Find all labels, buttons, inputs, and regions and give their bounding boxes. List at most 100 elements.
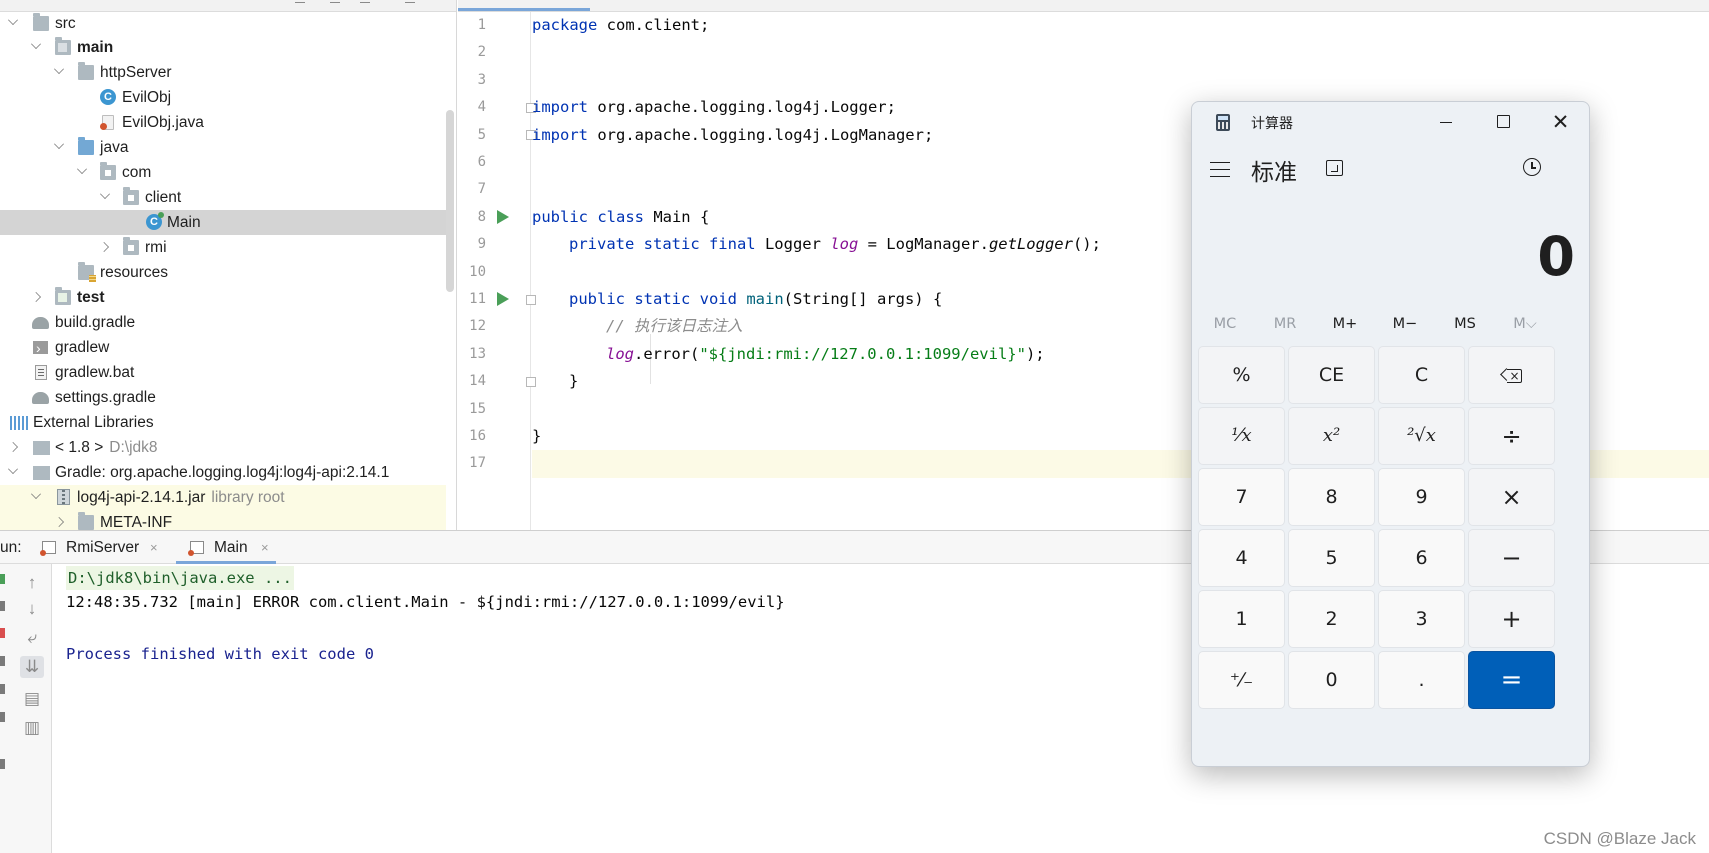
scroll-to-end-icon[interactable]: ⇊ (20, 656, 44, 678)
square-root-button[interactable]: ²√𝑥 (1378, 407, 1465, 465)
tree-scrollbar[interactable] (446, 110, 454, 292)
negate-button[interactable]: ⁺⁄₋ (1198, 651, 1285, 709)
tree-item-src[interactable]: src (0, 11, 446, 36)
tree-item-test[interactable]: test (0, 285, 446, 310)
chevron-down-icon[interactable] (54, 64, 64, 74)
tree-item-label: build.gradle (55, 314, 136, 331)
history-icon[interactable] (1523, 158, 1541, 176)
keep-on-top-icon[interactable] (1326, 160, 1343, 176)
line-number: 1 (477, 17, 486, 33)
trash-icon[interactable]: ▥ (20, 717, 44, 739)
tree-item-build-gradle[interactable]: build.gradle (0, 310, 446, 335)
arrow-up-icon[interactable]: ↑ (20, 572, 44, 594)
digit-4-button[interactable]: 4 (1198, 529, 1285, 587)
tree-item-evilobj-java[interactable]: EvilObj.java (0, 110, 446, 135)
tree-item-label: test (77, 289, 105, 306)
frame-icon[interactable] (0, 684, 5, 694)
chevron-down-icon[interactable] (8, 15, 18, 25)
options-icon[interactable] (360, 2, 370, 8)
chevron-down-icon[interactable] (100, 189, 110, 199)
rerun-icon[interactable] (0, 574, 5, 584)
tree-item-settings-gradle[interactable]: settings.gradle (0, 385, 446, 410)
close-tab-icon[interactable]: × (150, 531, 158, 564)
tree-item-main[interactable]: main (0, 35, 446, 60)
clear-entry-button[interactable]: CE (1288, 346, 1375, 404)
memory-clear-button[interactable]: MC (1195, 306, 1255, 342)
tree-item-jdk[interactable]: < 1.8 > D:\jdk8 (0, 435, 446, 460)
minimize-button[interactable] (1418, 102, 1475, 142)
multiply-button[interactable]: × (1468, 468, 1555, 526)
tab-main[interactable]: Main × (176, 531, 276, 564)
tree-item-rmi[interactable]: rmi (0, 235, 446, 260)
digit-1-button[interactable]: 1 (1198, 590, 1285, 648)
digit-3-button[interactable]: 3 (1378, 590, 1465, 648)
calculator-titlebar[interactable]: 计算器 ✕ (1192, 102, 1589, 142)
run-main-icon[interactable] (497, 292, 509, 306)
chevron-right-icon[interactable] (54, 517, 64, 527)
digit-2-button[interactable]: 2 (1288, 590, 1375, 648)
memory-add-button[interactable]: M+ (1315, 306, 1375, 342)
decimal-point-button[interactable]: . (1378, 651, 1465, 709)
percent-button[interactable]: % (1198, 346, 1285, 404)
tree-item-com[interactable]: com (0, 160, 446, 185)
memory-list-button[interactable]: M⌵ (1495, 306, 1555, 342)
digit-9-button[interactable]: 9 (1378, 468, 1465, 526)
run-class-icon[interactable] (497, 210, 509, 224)
restore-layout-icon[interactable] (0, 656, 5, 666)
chevron-down-icon[interactable] (31, 489, 41, 499)
tree-item-log4j-jar[interactable]: log4j-api-2.14.1.jar library root (0, 485, 446, 510)
plus-button[interactable]: + (1468, 590, 1555, 648)
tree-item-external-libraries[interactable]: External Libraries (0, 410, 446, 435)
chevron-down-icon[interactable] (54, 139, 64, 149)
pin-icon[interactable] (0, 759, 5, 769)
tree-item-java[interactable]: java (0, 135, 446, 160)
tree-item-gradle-log4j[interactable]: Gradle: org.apache.logging.log4j:log4j-a… (0, 460, 446, 485)
digit-6-button[interactable]: 6 (1378, 529, 1465, 587)
edit-config-icon[interactable] (0, 601, 5, 611)
soft-wrap-icon[interactable]: ⤶ (20, 627, 44, 649)
tree-item-main-class[interactable]: C Main (0, 210, 446, 235)
tree-item-resources[interactable]: resources (0, 260, 446, 285)
clear-button[interactable]: C (1378, 346, 1465, 404)
calculator-window[interactable]: 计算器 ✕ 标准 0 MC MR M+ M− MS M⌵ % CE C ¹⁄𝑥 … (1191, 101, 1590, 767)
memory-store-button[interactable]: MS (1435, 306, 1495, 342)
square-button[interactable]: 𝑥² (1288, 407, 1375, 465)
backspace-button[interactable] (1468, 346, 1555, 404)
console-output[interactable]: D:\jdk8\bin\java.exe ... 12:48:35.732 [m… (66, 564, 1166, 853)
close-button[interactable]: ✕ (1532, 102, 1589, 142)
chevron-right-icon[interactable] (8, 442, 18, 452)
equals-button[interactable]: = (1468, 651, 1555, 709)
digit-5-button[interactable]: 5 (1288, 529, 1375, 587)
chevron-right-icon[interactable] (99, 242, 109, 252)
stop-icon[interactable] (0, 628, 5, 638)
tree-item-meta-inf[interactable]: META-INF (0, 510, 446, 530)
divide-button[interactable]: ÷ (1468, 407, 1555, 465)
minus-button[interactable]: − (1468, 529, 1555, 587)
print-icon[interactable]: ▤ (20, 688, 44, 710)
tree-item-httpserver[interactable]: httpServer (0, 60, 446, 85)
close-tab-icon[interactable]: × (261, 531, 269, 564)
hamburger-menu-icon[interactable] (1210, 162, 1230, 177)
layout-icon[interactable] (0, 712, 5, 722)
chevron-right-icon[interactable] (31, 292, 41, 302)
tree-item-evilobj-class[interactable]: C EvilObj (0, 85, 446, 110)
arrow-down-icon[interactable]: ↓ (20, 598, 44, 620)
digit-8-button[interactable]: 8 (1288, 468, 1375, 526)
reciprocal-button[interactable]: ¹⁄𝑥 (1198, 407, 1285, 465)
digit-7-button[interactable]: 7 (1198, 468, 1285, 526)
chevron-down-icon[interactable] (77, 164, 87, 174)
digit-0-button[interactable]: 0 (1288, 651, 1375, 709)
chevron-down-icon[interactable] (8, 464, 18, 474)
tab-rmiserver[interactable]: RmiServer × (40, 531, 162, 564)
locate-icon[interactable] (295, 2, 305, 8)
active-tab-indicator[interactable] (458, 8, 590, 11)
tree-item-client[interactable]: client (0, 185, 446, 210)
memory-subtract-button[interactable]: M− (1375, 306, 1435, 342)
hide-panel-icon[interactable] (405, 2, 415, 8)
tree-item-gradlew[interactable]: gradlew (0, 335, 446, 361)
collapse-all-icon[interactable] (330, 2, 340, 8)
tree-item-gradlew-bat[interactable]: gradlew.bat (0, 360, 446, 385)
chevron-down-icon[interactable] (31, 39, 41, 49)
maximize-button[interactable] (1475, 102, 1532, 142)
memory-recall-button[interactable]: MR (1255, 306, 1315, 342)
